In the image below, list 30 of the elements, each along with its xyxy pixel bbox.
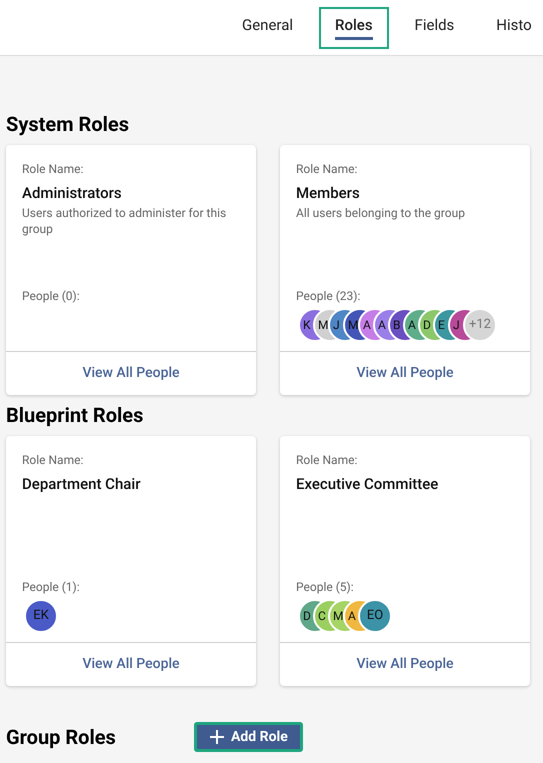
tab[interactable]: Roles: [319, 6, 389, 48]
section-heading: System Roles: [6, 112, 130, 136]
role-description: Users authorized to administer for this group: [22, 205, 228, 237]
role-name: Members: [296, 183, 361, 203]
view-all-people-link[interactable]: View All People: [356, 654, 454, 675]
role-description: All users belonging to the group: [296, 205, 466, 221]
section-heading: Blueprint Roles: [6, 403, 144, 427]
more-people-badge: +12: [463, 308, 497, 342]
role-name: Executive Committee: [296, 474, 440, 494]
role-name-label: Role Name:: [296, 161, 358, 177]
role-name: Administrators: [22, 183, 123, 203]
people-label: People (5):: [296, 579, 355, 595]
role-name: Department Chair: [22, 474, 142, 494]
role-name-label: Role Name:: [296, 452, 358, 468]
tab[interactable]: Histo: [480, 6, 543, 48]
view-all-people-link[interactable]: View All People: [356, 363, 454, 384]
people-label: People (23):: [296, 288, 362, 304]
add-role-button[interactable]: Add Role: [194, 722, 303, 752]
tab[interactable]: Fields: [398, 6, 470, 48]
view-all-people-link[interactable]: View All People: [82, 654, 180, 675]
role-name-label: Role Name:: [22, 161, 84, 177]
avatar: EO: [358, 599, 392, 633]
section-heading: Group Roles: [6, 724, 117, 751]
avatar: EK: [24, 599, 58, 633]
role-name-label: Role Name:: [22, 452, 84, 468]
view-all-people-link[interactable]: View All People: [82, 363, 180, 384]
tab[interactable]: General: [226, 6, 310, 48]
people-label: People (1):: [22, 579, 81, 595]
plus-icon: [209, 729, 225, 745]
people-label: People (0):: [22, 288, 81, 304]
